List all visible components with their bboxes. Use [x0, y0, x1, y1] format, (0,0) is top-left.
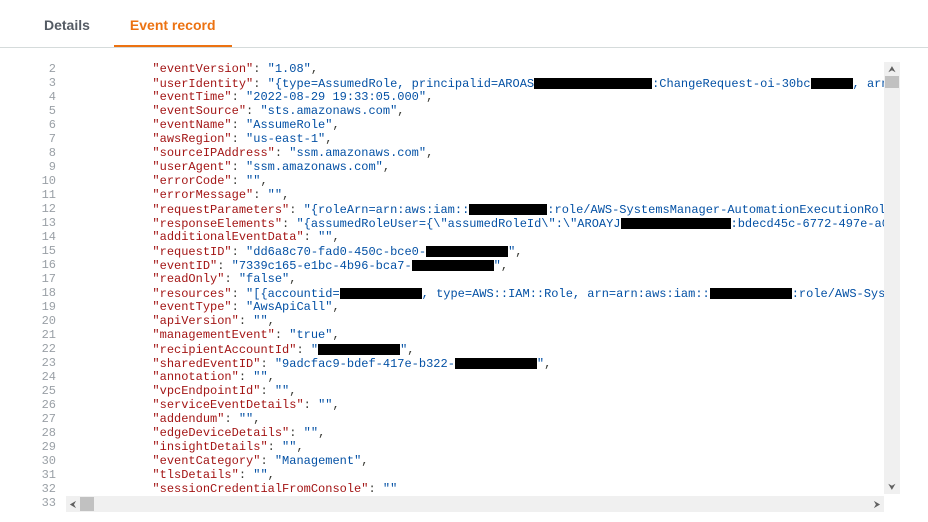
code-line: "eventID": "7339c165-e1bc-4b96-bca7-", — [66, 258, 900, 272]
line-number: 10 — [28, 174, 56, 188]
line-number: 32 — [28, 482, 56, 496]
code-line: "vpcEndpointId": "", — [66, 384, 900, 398]
line-number: 11 — [28, 188, 56, 202]
code-line: "managementEvent": "true", — [66, 328, 900, 342]
line-number: 16 — [28, 258, 56, 272]
code-content[interactable]: "eventVersion": "1.08", "userIdentity": … — [66, 62, 900, 512]
code-line: "eventName": "AssumeRole", — [66, 118, 900, 132]
line-number: 20 — [28, 314, 56, 328]
code-line: "userAgent": "ssm.amazonaws.com", — [66, 160, 900, 174]
line-number: 17 — [28, 272, 56, 286]
tabs-bar: Details Event record — [0, 0, 928, 48]
line-number: 7 — [28, 132, 56, 146]
horizontal-scroll-thumb[interactable] — [80, 497, 94, 511]
line-number: 30 — [28, 454, 56, 468]
line-number: 9 — [28, 160, 56, 174]
code-line: "sourceIPAddress": "ssm.amazonaws.com", — [66, 146, 900, 160]
code-line: "additionalEventData": "", — [66, 230, 900, 244]
line-number-gutter: 2345678910111213141516171819202122232425… — [28, 62, 66, 512]
line-number: 4 — [28, 90, 56, 104]
code-line: "responseElements": "{assumedRoleUser={\… — [66, 216, 900, 230]
line-number: 3 — [28, 76, 56, 90]
code-line: "recipientAccountId": "", — [66, 342, 900, 356]
code-line: "errorCode": "", — [66, 174, 900, 188]
code-line: "sharedEventID": "9adcfac9-bdef-417e-b32… — [66, 356, 900, 370]
redaction-block — [621, 218, 731, 229]
code-line: "sessionCredentialFromConsole": "" — [66, 482, 900, 496]
code-line: "eventSource": "sts.amazonaws.com", — [66, 104, 900, 118]
line-number: 8 — [28, 146, 56, 160]
line-number: 23 — [28, 356, 56, 370]
code-line: "resources": "[{accountid=, type=AWS::IA… — [66, 286, 900, 300]
line-number: 29 — [28, 440, 56, 454]
line-number: 14 — [28, 230, 56, 244]
line-number: 18 — [28, 286, 56, 300]
horizontal-scrollbar[interactable]: ⮜ ⮞ — [66, 496, 884, 512]
code-line: "tlsDetails": "", — [66, 468, 900, 482]
redaction-block — [426, 246, 508, 257]
tab-event-record[interactable]: Event record — [114, 5, 232, 47]
redaction-block — [318, 344, 400, 355]
scroll-down-icon[interactable]: ⮟ — [884, 480, 900, 494]
line-number: 21 — [28, 328, 56, 342]
line-number: 6 — [28, 118, 56, 132]
code-editor: 2345678910111213141516171819202122232425… — [28, 62, 900, 512]
code-line: "eventVersion": "1.08", — [66, 62, 900, 76]
line-number: 28 — [28, 426, 56, 440]
vertical-scroll-thumb[interactable] — [885, 76, 899, 88]
code-line: "annotation": "", — [66, 370, 900, 384]
scroll-right-icon[interactable]: ⮞ — [870, 496, 884, 512]
line-number: 2 — [28, 62, 56, 76]
scroll-up-icon[interactable]: ⮝ — [884, 62, 900, 76]
redaction-block — [534, 78, 652, 89]
line-number: 19 — [28, 300, 56, 314]
scroll-left-icon[interactable]: ⮜ — [66, 496, 80, 512]
code-line: "eventTime": "2022-08-29 19:33:05.000", — [66, 90, 900, 104]
code-line: "serviceEventDetails": "", — [66, 398, 900, 412]
code-line: "readOnly": "false", — [66, 272, 900, 286]
line-number: 22 — [28, 342, 56, 356]
line-number: 27 — [28, 412, 56, 426]
code-line: "edgeDeviceDetails": "", — [66, 426, 900, 440]
tab-details[interactable]: Details — [28, 5, 106, 47]
code-line: "userIdentity": "{type=AssumedRole, prin… — [66, 76, 900, 90]
line-number: 15 — [28, 244, 56, 258]
line-number: 13 — [28, 216, 56, 230]
code-line: "requestParameters": "{roleArn=arn:aws:i… — [66, 202, 900, 216]
code-line: "requestID": "dd6a8c70-fad0-450c-bce0-", — [66, 244, 900, 258]
vertical-scrollbar[interactable]: ⮝ ⮟ — [884, 62, 900, 494]
code-line: "eventCategory": "Management", — [66, 454, 900, 468]
line-number: 33 — [28, 496, 56, 510]
redaction-block — [455, 358, 537, 369]
redaction-block — [710, 288, 792, 299]
code-line: "errorMessage": "", — [66, 188, 900, 202]
code-line: "apiVersion": "", — [66, 314, 900, 328]
line-number: 31 — [28, 468, 56, 482]
code-line: "eventType": "AwsApiCall", — [66, 300, 900, 314]
code-line: "awsRegion": "us-east-1", — [66, 132, 900, 146]
line-number: 26 — [28, 398, 56, 412]
code-line: "insightDetails": "", — [66, 440, 900, 454]
line-number: 5 — [28, 104, 56, 118]
code-line: "addendum": "", — [66, 412, 900, 426]
redaction-block — [340, 288, 422, 299]
line-number: 25 — [28, 384, 56, 398]
redaction-block — [469, 204, 547, 215]
redaction-block — [412, 260, 494, 271]
line-number: 12 — [28, 202, 56, 216]
line-number: 24 — [28, 370, 56, 384]
redaction-block — [811, 78, 853, 89]
